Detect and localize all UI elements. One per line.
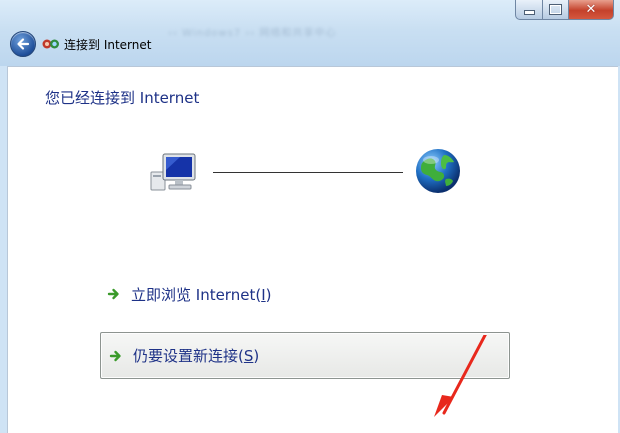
green-arrow-icon xyxy=(109,350,121,361)
wizard-content: 您已经连接到 Internet 立即浏览 Internet(I) 仍要设置新连接… xyxy=(7,66,618,433)
newconn-label-text: 仍要设置新连接( xyxy=(133,347,244,365)
browse-label-suffix: ) xyxy=(265,285,272,304)
close-button[interactable]: ✕ xyxy=(569,0,614,20)
setup-new-connection-label: 仍要设置新连接(S) xyxy=(133,345,259,366)
green-arrow-icon xyxy=(107,288,119,300)
title-bar: ‹‹ Windows7 ›› 网络和共享中心 ✕ 连接到 Internet xyxy=(0,0,620,66)
minimize-icon xyxy=(524,11,534,14)
back-arrow-icon xyxy=(17,38,30,50)
red-annotation-arrow xyxy=(434,335,487,417)
minimize-button[interactable] xyxy=(515,0,543,20)
page-heading: 您已经连接到 Internet xyxy=(45,89,200,107)
connection-line xyxy=(213,172,403,173)
newconn-accel-key: S xyxy=(243,347,254,365)
browse-internet-label: 立即浏览 Internet(I) xyxy=(131,284,271,305)
maximize-icon xyxy=(550,5,561,14)
maximize-button[interactable] xyxy=(543,0,569,20)
window-controls: ✕ xyxy=(515,0,614,20)
browse-internet-link[interactable]: 立即浏览 Internet(I) xyxy=(103,279,496,309)
globe-icon xyxy=(416,149,460,193)
newconn-label-suffix: ) xyxy=(253,347,260,365)
faded-breadcrumb: ‹‹ Windows7 ›› 网络和共享中心 xyxy=(168,28,337,39)
back-button[interactable] xyxy=(10,31,36,57)
computer-icon xyxy=(150,153,196,191)
close-icon: ✕ xyxy=(585,2,597,17)
browse-label-text: 立即浏览 Internet( xyxy=(131,285,262,304)
window-title: 连接到 Internet xyxy=(64,38,152,52)
network-wizard-icon xyxy=(42,39,59,49)
